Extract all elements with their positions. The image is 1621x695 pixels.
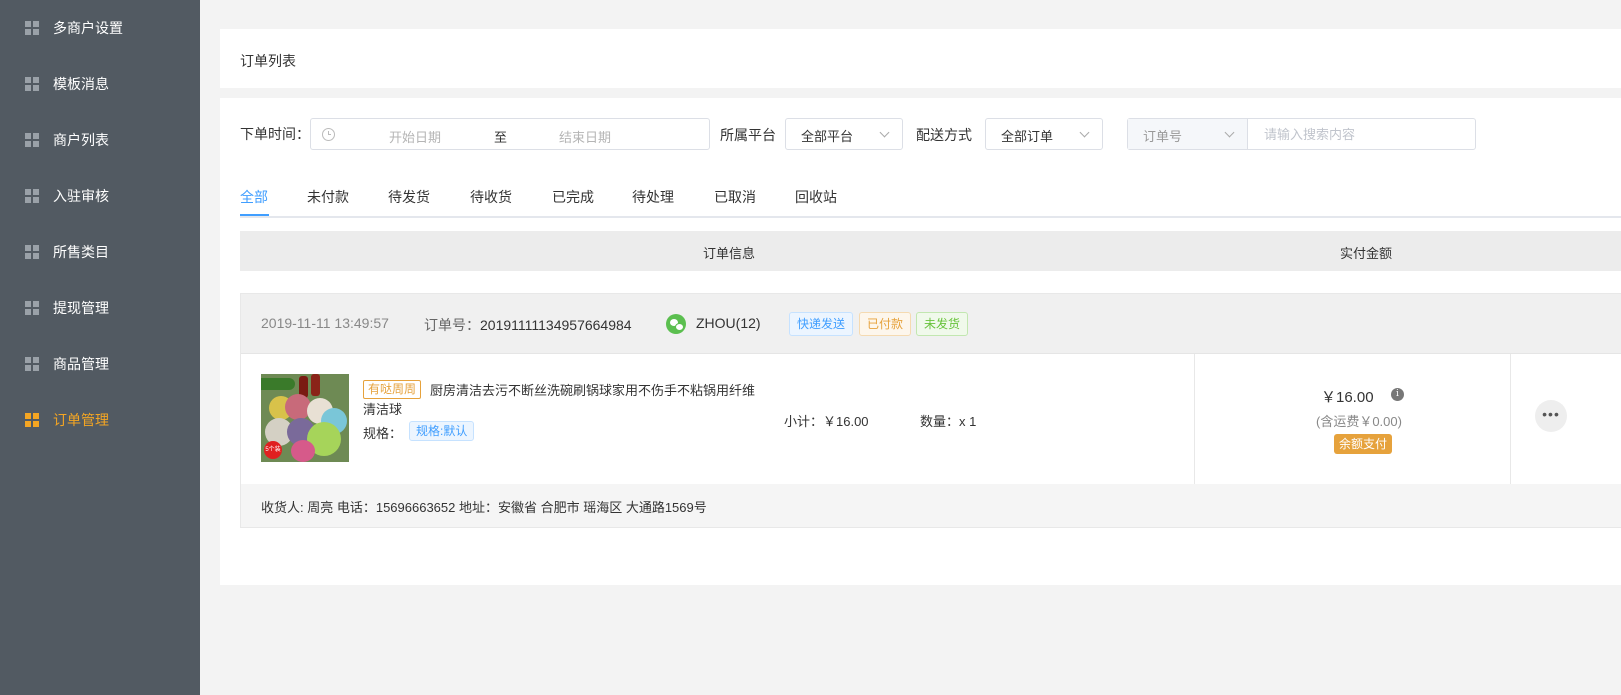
sidebar-item-label: 入驻审核 xyxy=(53,188,109,204)
more-actions-button[interactable]: ••• xyxy=(1535,400,1567,432)
sidebar-item-merchant-list[interactable]: 商户列表 xyxy=(0,112,200,168)
platform-select[interactable]: 全部平台 xyxy=(785,118,903,150)
active-tab-indicator xyxy=(240,214,269,216)
quantity: 数量：x 1 xyxy=(920,414,977,429)
cucumber-shape xyxy=(261,378,295,390)
order-number-value: 20191111134957664984 xyxy=(480,317,632,333)
sidebar-item-label: 多商户设置 xyxy=(53,20,123,36)
table-header: 订单信息 实付金额 xyxy=(240,231,1621,271)
sidebar-item-sales-categories[interactable]: 所售类目 xyxy=(0,224,200,280)
tab-completed[interactable]: 已完成 xyxy=(552,187,594,207)
grid-icon xyxy=(25,21,39,35)
buyer-name: ZHOU(12) xyxy=(696,315,761,331)
product-thumbnail[interactable]: 5个装 xyxy=(261,374,349,462)
delivery-select-value: 全部订单 xyxy=(1001,129,1054,144)
order-status-tabs: 全部 未付款 待发货 待收货 已完成 待处理 已取消 回收站 xyxy=(240,180,1621,218)
start-date-input[interactable]: 开始日期 xyxy=(389,127,441,146)
info-icon[interactable]: i xyxy=(1391,388,1404,401)
end-date-input[interactable]: 结束日期 xyxy=(559,127,611,146)
range-separator: 至 xyxy=(494,130,508,145)
paid-amount: ￥16.00 xyxy=(1321,389,1374,406)
payment-status-badge: 已付款 xyxy=(859,312,912,336)
wechat-icon xyxy=(666,314,686,334)
tab-all[interactable]: 全部 xyxy=(240,187,268,207)
search-field-select[interactable]: 订单号 xyxy=(1128,119,1248,149)
platform-label: 所属平台 xyxy=(720,127,776,143)
grid-icon xyxy=(25,133,39,147)
order-number: 订单号：20191111134957664984 xyxy=(424,315,632,335)
order-time: 2019-11-11 13:49:57 xyxy=(261,315,389,331)
tab-pending[interactable]: 待处理 xyxy=(632,187,674,207)
sidebar-item-multi-merchant-settings[interactable]: 多商户设置 xyxy=(0,0,200,56)
sidebar-item-label: 所售类目 xyxy=(53,244,109,260)
sidebar-item-withdrawal-management[interactable]: 提现管理 xyxy=(0,280,200,336)
receiver-details: 收货人: 周亮 电话：15696663652 地址：安徽省 合肥市 瑶海区 大通… xyxy=(261,500,707,515)
grid-icon xyxy=(25,357,39,371)
spec-label: 规格： xyxy=(363,426,403,441)
chevron-down-icon xyxy=(1224,127,1235,138)
search-input[interactable] xyxy=(1249,119,1475,149)
sidebar-item-entry-review[interactable]: 入驻审核 xyxy=(0,168,200,224)
grid-icon xyxy=(25,301,39,315)
column-header-paid-amount: 实付金额 xyxy=(1340,246,1393,261)
sidebar-item-template-messages[interactable]: 模板消息 xyxy=(0,56,200,112)
spec-tag: 规格:默认 xyxy=(409,421,475,441)
tab-recycle-bin[interactable]: 回收站 xyxy=(795,187,837,207)
sidebar-item-label: 商品管理 xyxy=(53,356,109,372)
payment-method-tag: 余额支付 xyxy=(1334,434,1393,454)
platform-select-value: 全部平台 xyxy=(801,129,854,144)
sidebar: 多商户设置 模板消息 商户列表 入驻审核 所售类目 提现管理 商品管理 订单管理 xyxy=(0,0,200,695)
column-header-order-info: 订单信息 xyxy=(703,246,756,261)
sidebar-item-product-management[interactable]: 商品管理 xyxy=(0,336,200,392)
shipping-status-badge: 未发货 xyxy=(916,312,969,336)
sidebar-item-order-management[interactable]: 订单管理 xyxy=(0,392,200,448)
tab-to-ship[interactable]: 待发货 xyxy=(388,187,430,207)
delivery-badge: 快递发送 xyxy=(789,312,854,336)
divider xyxy=(1194,354,1195,484)
date-range-picker[interactable]: 开始日期 至 结束日期 xyxy=(310,118,710,150)
delivery-select[interactable]: 全部订单 xyxy=(985,118,1103,150)
delivery-label: 配送方式 xyxy=(916,127,972,143)
shop-tag: 有哒周周 xyxy=(363,380,422,399)
grid-icon xyxy=(25,245,39,259)
bottle-shape xyxy=(311,374,320,396)
clock-icon xyxy=(322,128,335,141)
freight-note: (含运费￥0.00) xyxy=(1316,414,1402,429)
grid-icon xyxy=(25,413,39,427)
receiver-info: 收货人: 周亮 电话：15696663652 地址：安徽省 合肥市 瑶海区 大通… xyxy=(241,484,1621,527)
subtotal: 小计：￥16.00 xyxy=(784,414,869,429)
sidebar-item-label: 模板消息 xyxy=(53,76,109,92)
grid-icon xyxy=(25,77,39,91)
ball-shape xyxy=(291,440,315,462)
order-card-header: 2019-11-11 13:49:57 订单号：2019111113495766… xyxy=(241,294,1621,354)
chevron-down-icon xyxy=(1079,127,1090,138)
sidebar-item-label: 商户列表 xyxy=(53,132,109,148)
search-field-value: 订单号 xyxy=(1143,129,1183,144)
page-title: 订单列表 xyxy=(240,53,296,69)
sidebar-item-label: 订单管理 xyxy=(53,412,109,428)
order-time-label: 下单时间： xyxy=(240,126,310,142)
sidebar-item-label: 提现管理 xyxy=(53,300,109,316)
tab-unpaid[interactable]: 未付款 xyxy=(307,187,349,207)
order-number-label: 订单号： xyxy=(424,317,480,333)
search-group: 订单号 xyxy=(1127,118,1476,150)
order-list-panel: 下单时间： 开始日期 至 结束日期 所属平台 全部平台 配送方式 全部订单 订单… xyxy=(220,98,1621,585)
order-card: 2019-11-11 13:49:57 订单号：2019111113495766… xyxy=(240,293,1621,528)
chevron-down-icon xyxy=(879,127,890,138)
order-item-row: 5个装 厨房清洁去污不断丝洗碗刷锅球家用不伤手不粘锅用纤维清洁球 有哒周周 规格… xyxy=(241,354,1621,484)
tab-cancelled[interactable]: 已取消 xyxy=(714,187,756,207)
product-name[interactable]: 厨房清洁去污不断丝洗碗刷锅球家用不伤手不粘锅用纤维清洁球 xyxy=(363,381,763,419)
divider xyxy=(1510,354,1511,484)
thumbnail-tag: 5个装 xyxy=(264,441,282,459)
tab-to-receive[interactable]: 待收货 xyxy=(470,187,512,207)
grid-icon xyxy=(25,189,39,203)
page-header: 订单列表 xyxy=(220,29,1621,88)
